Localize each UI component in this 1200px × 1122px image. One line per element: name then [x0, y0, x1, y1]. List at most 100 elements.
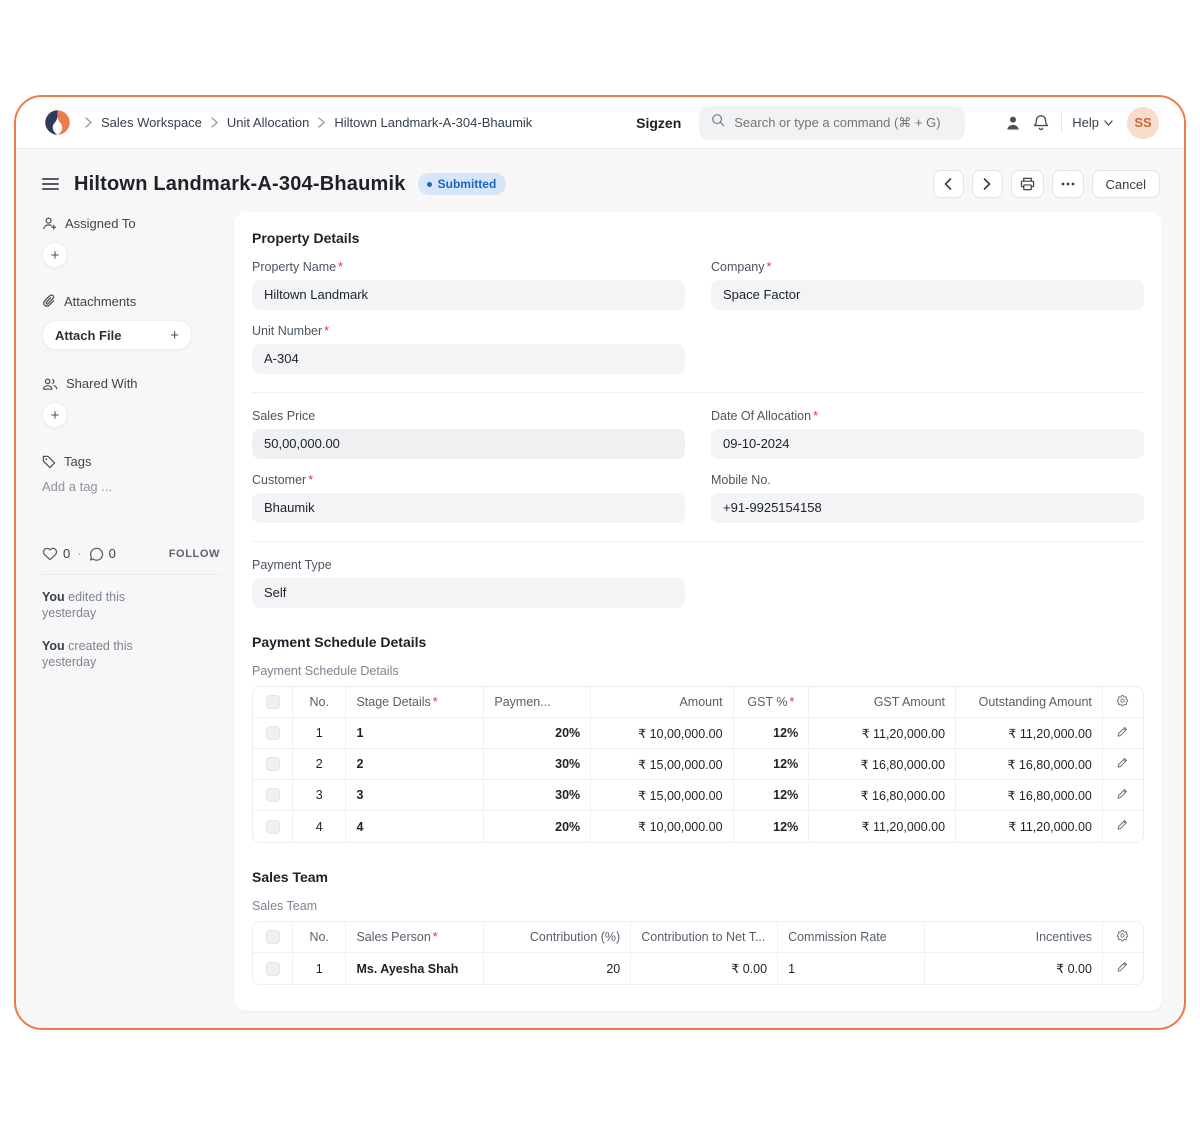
activity-entry: You created this yesterday [42, 638, 220, 671]
brand-name: Sigzen [636, 115, 681, 131]
dot-separator: · [77, 546, 81, 561]
date-of-allocation-input[interactable]: 09-10-2024 [711, 429, 1144, 459]
menu-icon[interactable] [42, 178, 59, 190]
divider [42, 574, 220, 575]
navbar: Sales Workspace Unit Allocation Hiltown … [16, 97, 1184, 149]
section-heading-property-details: Property Details [252, 230, 1144, 246]
like-count: 0 [63, 546, 70, 561]
assigned-to-section: Assigned To [42, 216, 220, 231]
required-asterisk: * [433, 930, 438, 944]
property-name-input[interactable]: Hiltown Landmark [252, 280, 685, 310]
section-divider [252, 392, 1144, 393]
property-name-field: Property Name* Hiltown Landmark [252, 260, 685, 310]
payment-type-input[interactable]: Self [252, 578, 685, 608]
edit-row-pencil-icon[interactable] [1117, 788, 1128, 800]
table-row[interactable]: 1 Ms. Ayesha Shah 20 ₹ 0.00 1 ₹ 0.00 [253, 953, 1143, 984]
shared-with-section: Shared With [42, 376, 220, 391]
add-share-button[interactable]: + [42, 402, 68, 428]
like-heart-icon[interactable] [42, 547, 58, 561]
divider [1061, 113, 1062, 133]
unit-number-input[interactable]: A-304 [252, 344, 685, 374]
row-checkbox[interactable] [266, 962, 280, 976]
tags-section: Tags [42, 454, 220, 469]
previous-document-button[interactable] [933, 170, 964, 198]
row-checkbox[interactable] [266, 726, 280, 740]
mobile-no-input[interactable]: +91-9925154158 [711, 493, 1144, 523]
date-of-allocation-field: Date Of Allocation* 09-10-2024 [711, 409, 1144, 459]
paperclip-icon [42, 294, 56, 309]
edit-row-pencil-icon[interactable] [1117, 961, 1128, 973]
edit-row-pencil-icon[interactable] [1117, 819, 1128, 831]
payment-schedule-table-label: Payment Schedule Details [252, 664, 1144, 678]
table-settings-gear-icon[interactable] [1116, 694, 1129, 707]
chevron-down-icon [1104, 120, 1113, 126]
chevron-right-icon [85, 117, 92, 128]
company-field: Company* Space Factor [711, 260, 1144, 310]
sigzen-logo-icon[interactable] [44, 109, 71, 136]
chevron-right-icon [318, 117, 325, 128]
add-tag-input[interactable]: Add a tag ... [42, 479, 220, 494]
breadcrumb-sales-workspace[interactable]: Sales Workspace [101, 115, 202, 130]
attachments-section: Attachments [42, 294, 220, 309]
assign-user-icon [42, 216, 57, 231]
row-checkbox[interactable] [266, 757, 280, 771]
comment-icon[interactable] [89, 547, 104, 561]
breadcrumb: Sales Workspace Unit Allocation Hiltown … [85, 115, 532, 130]
payment-type-field: Payment Type Self [252, 558, 685, 608]
follow-button[interactable]: FOLLOW [169, 548, 220, 560]
sales-team-table-label: Sales Team [252, 899, 1144, 913]
avatar[interactable]: SS [1127, 107, 1159, 139]
app-window: Sales Workspace Unit Allocation Hiltown … [14, 95, 1186, 1030]
required-asterisk: * [767, 260, 772, 274]
help-menu[interactable]: Help [1072, 115, 1113, 130]
edit-row-pencil-icon[interactable] [1117, 757, 1128, 769]
table-row[interactable]: 1 1 20% ₹ 10,00,000.00 12% ₹ 11,20,000.0… [253, 718, 1143, 749]
tag-icon [42, 455, 56, 469]
unit-number-field: Unit Number* A-304 [252, 324, 685, 374]
sales-price-field: Sales Price 50,00,000.00 [252, 409, 685, 459]
breadcrumb-unit-allocation[interactable]: Unit Allocation [227, 115, 309, 130]
required-asterisk: * [308, 473, 313, 487]
page-title: Hiltown Landmark-A-304-Bhaumik [74, 173, 406, 196]
search-input[interactable] [734, 115, 953, 130]
print-button[interactable] [1011, 170, 1044, 198]
next-document-button[interactable] [972, 170, 1003, 198]
cancel-button[interactable]: Cancel [1092, 170, 1160, 198]
global-search[interactable] [699, 106, 965, 140]
sales-price-input[interactable]: 50,00,000.00 [252, 429, 685, 459]
section-divider [252, 541, 1144, 542]
row-checkbox[interactable] [266, 820, 280, 834]
status-badge: Submitted [418, 173, 507, 195]
row-checkbox[interactable] [266, 788, 280, 802]
status-dot-icon [427, 182, 432, 187]
section-heading-sales-team: Sales Team [252, 869, 1144, 885]
select-all-checkbox[interactable] [266, 930, 280, 944]
more-actions-button[interactable] [1052, 170, 1084, 198]
payment-schedule-table: No. Stage Details* Paymen... Amount GST … [252, 686, 1144, 843]
user-icon[interactable] [999, 109, 1027, 137]
plus-icon: + [170, 327, 179, 344]
comment-count: 0 [109, 546, 116, 561]
section-heading-payment-schedule: Payment Schedule Details [252, 634, 1144, 650]
activity-entry: You edited this yesterday [42, 589, 220, 622]
table-row[interactable]: 2 2 30% ₹ 15,00,000.00 12% ₹ 16,80,000.0… [253, 749, 1143, 780]
customer-input[interactable]: Bhaumik [252, 493, 685, 523]
search-icon [711, 113, 725, 132]
shared-users-icon [42, 377, 58, 391]
required-asterisk: * [433, 695, 438, 709]
table-row[interactable]: 4 4 20% ₹ 10,00,000.00 12% ₹ 11,20,000.0… [253, 811, 1143, 842]
edit-row-pencil-icon[interactable] [1117, 726, 1128, 738]
breadcrumb-current-doc[interactable]: Hiltown Landmark-A-304-Bhaumik [334, 115, 532, 130]
add-assignment-button[interactable]: + [42, 242, 68, 268]
customer-field: Customer* Bhaumik [252, 473, 685, 523]
company-input[interactable]: Space Factor [711, 280, 1144, 310]
select-all-checkbox[interactable] [266, 695, 280, 709]
required-asterisk: * [338, 260, 343, 274]
required-asterisk: * [324, 324, 329, 338]
table-settings-gear-icon[interactable] [1116, 929, 1129, 942]
notifications-bell-icon[interactable] [1027, 109, 1055, 137]
attach-file-button[interactable]: Attach File + [42, 320, 192, 350]
sales-team-table: No. Sales Person* Contribution (%) Contr… [252, 921, 1144, 985]
required-asterisk: * [813, 409, 818, 423]
table-row[interactable]: 3 3 30% ₹ 15,00,000.00 12% ₹ 16,80,000.0… [253, 780, 1143, 811]
